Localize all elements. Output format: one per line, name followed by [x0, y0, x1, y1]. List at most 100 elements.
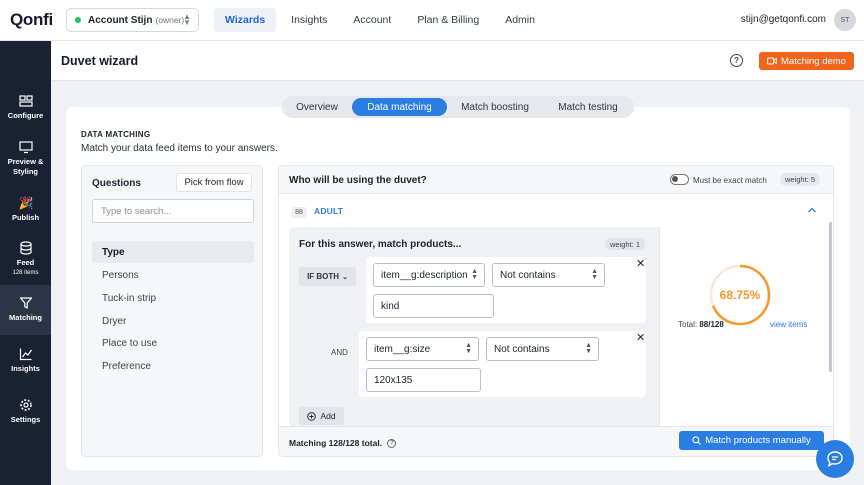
chevron-updown-icon: ▲ ▼ — [183, 12, 191, 27]
scrollbar[interactable] — [829, 222, 832, 372]
match-button-label: Match products manually — [705, 435, 811, 446]
question-item-place-to-use[interactable]: Place to use — [92, 332, 254, 354]
chevron-updown-icon: ▲ ▼ — [585, 342, 592, 355]
field-select[interactable]: item__g:size ▲ ▼ — [366, 337, 479, 361]
question-item-persons[interactable]: Persons — [92, 264, 254, 286]
sidebar-item-settings[interactable]: Settings — [0, 398, 51, 425]
panel-footer: Matching 128/128 total. ? Match products… — [279, 426, 833, 456]
question-search-input[interactable]: Type to search... — [92, 199, 254, 223]
condition-value-input[interactable]: kind — [373, 294, 494, 318]
comparator-value: Not contains — [494, 343, 550, 355]
sidebar-label: Settings — [10, 415, 41, 424]
add-label: Add — [320, 411, 336, 421]
sidebar-label-2: Styling — [12, 167, 38, 176]
total-value: 88/128 — [699, 320, 724, 329]
close-icon[interactable]: ✕ — [636, 333, 645, 344]
sidebar-item-preview-styling[interactable]: Preview & Styling — [0, 140, 51, 177]
sidebar-label: Publish — [11, 213, 40, 222]
nav-account[interactable]: Account — [342, 8, 402, 32]
field-select[interactable]: item__g:description ▲ ▼ — [373, 263, 485, 287]
questions-panel: Questions Pick from flow Type to search.… — [81, 165, 263, 457]
logic-operator-dropdown[interactable]: IF BOTH ⌄ — [299, 267, 356, 286]
account-name: Account Stijn — [88, 14, 153, 26]
total-label: Total: — [678, 320, 698, 329]
chevron-up-icon[interactable] — [807, 205, 817, 215]
chevron-updown-icon: ▲ ▼ — [591, 268, 598, 281]
comparator-value: Not contains — [500, 269, 556, 281]
nav-wizards[interactable]: Wizards — [214, 8, 277, 32]
question-title: Who will be using the duvet? — [289, 175, 427, 186]
question-header: Who will be using the duvet? Must be exa… — [279, 166, 833, 194]
tab-bar: Overview Data matching Match boosting Ma… — [282, 96, 634, 118]
condition-row: item__g:description ▲ ▼ Not contains ▲ ▼ k… — [366, 257, 646, 323]
question-weight-badge: weight: 5 — [780, 173, 821, 186]
section-description: Match your data feed items to your answe… — [81, 143, 278, 154]
layout-icon — [18, 95, 33, 107]
sidebar-label: Feed — [16, 258, 35, 267]
comparator-select[interactable]: Not contains ▲ ▼ — [486, 337, 599, 361]
exact-match-toggle[interactable] — [670, 174, 689, 185]
nav-insights[interactable]: Insights — [280, 8, 338, 32]
question-item-preference[interactable]: Preference — [92, 355, 254, 377]
sidebar-item-configure[interactable]: Configure — [0, 94, 51, 121]
question-item-dryer[interactable]: Dryer — [92, 310, 254, 332]
avatar[interactable]: ST — [834, 9, 856, 31]
tab-overview[interactable]: Overview — [290, 98, 344, 116]
chat-icon — [827, 451, 843, 467]
answer-label[interactable]: ADULT — [314, 206, 343, 216]
sidebar-item-matching[interactable]: Matching — [0, 285, 51, 335]
sidebar-item-insights[interactable]: Insights — [0, 347, 51, 374]
account-switcher[interactable]: Account Stijn (owner) ▲ ▼ — [66, 8, 199, 32]
view-items-link[interactable]: view items — [770, 320, 807, 329]
field-value: item__g:size — [374, 343, 431, 355]
matching-demo-button[interactable]: Matching demo — [759, 52, 854, 70]
chat-button[interactable] — [816, 440, 854, 478]
total-count: Total: 88/128 — [678, 320, 724, 329]
comparator-select[interactable]: Not contains ▲ ▼ — [492, 263, 605, 287]
match-percentage: 68.75% — [719, 288, 761, 302]
close-icon[interactable]: ✕ — [636, 259, 645, 270]
tab-match-boosting[interactable]: Match boosting — [454, 98, 536, 116]
qonfi-logo[interactable]: Qonfi — [10, 10, 53, 30]
question-detail-panel: Who will be using the duvet? Must be exa… — [278, 165, 834, 457]
questions-title: Questions — [92, 178, 141, 189]
chevron-updown-icon: ▲ ▼ — [465, 342, 472, 355]
main-nav: Wizards Insights Account Plan & Billing … — [214, 8, 550, 32]
feed-count: 128 items — [12, 270, 39, 276]
answer-count-badge: 88 — [291, 207, 307, 218]
top-navbar: Qonfi Account Stijn (owner) ▲ ▼ Wizards I… — [0, 0, 864, 41]
condition-value-input[interactable]: 120x135 — [366, 368, 481, 392]
matching-total: Matching 128/128 total. — [289, 438, 383, 448]
add-condition-button[interactable]: Add — [299, 407, 344, 425]
sidebar-label: Preview & — [7, 157, 44, 166]
help-icon[interactable]: ? — [387, 439, 397, 449]
section-label: DATA MATCHING — [81, 130, 151, 139]
nav-admin[interactable]: Admin — [494, 8, 546, 32]
condition-row: item__g:size ▲ ▼ Not contains ▲ ▼ 120x135 … — [359, 331, 646, 397]
page-header: Duvet wizard ? Matching demo — [51, 41, 864, 81]
and-label: AND — [331, 348, 348, 357]
match-stats: 68.75% Total: 88/128 view items — [659, 227, 819, 427]
demo-label: Matching demo — [781, 55, 846, 67]
chart-icon — [19, 348, 32, 361]
gear-icon — [19, 399, 32, 411]
plus-circle-icon — [307, 411, 317, 421]
nav-plan-billing[interactable]: Plan & Billing — [406, 8, 490, 32]
search-icon — [692, 436, 701, 445]
field-value: item__g:description — [381, 269, 468, 281]
user-email[interactable]: stijn@getqonfi.com — [741, 14, 826, 25]
account-role: (owner) — [155, 15, 185, 25]
question-item-tuck-in-strip[interactable]: Tuck-in strip — [92, 287, 254, 309]
match-products-manually-button[interactable]: Match products manually — [679, 431, 824, 450]
sidebar-label: Matching — [9, 313, 42, 322]
pick-from-flow-button[interactable]: Pick from flow — [176, 173, 252, 192]
tab-data-matching[interactable]: Data matching — [352, 98, 447, 116]
party-popper-icon: 🎉 — [18, 196, 34, 210]
help-icon[interactable]: ? — [730, 54, 743, 67]
question-item-type[interactable]: Type — [92, 241, 254, 263]
matching-summary: Matching 128/128 total. ? — [289, 438, 397, 449]
sidebar-item-feed[interactable]: Feed 128 items — [0, 241, 51, 278]
tab-match-testing[interactable]: Match testing — [550, 98, 626, 116]
sidebar-item-publish[interactable]: 🎉 Publish — [0, 196, 51, 223]
rule-weight-badge: weight: 1 — [605, 238, 646, 250]
